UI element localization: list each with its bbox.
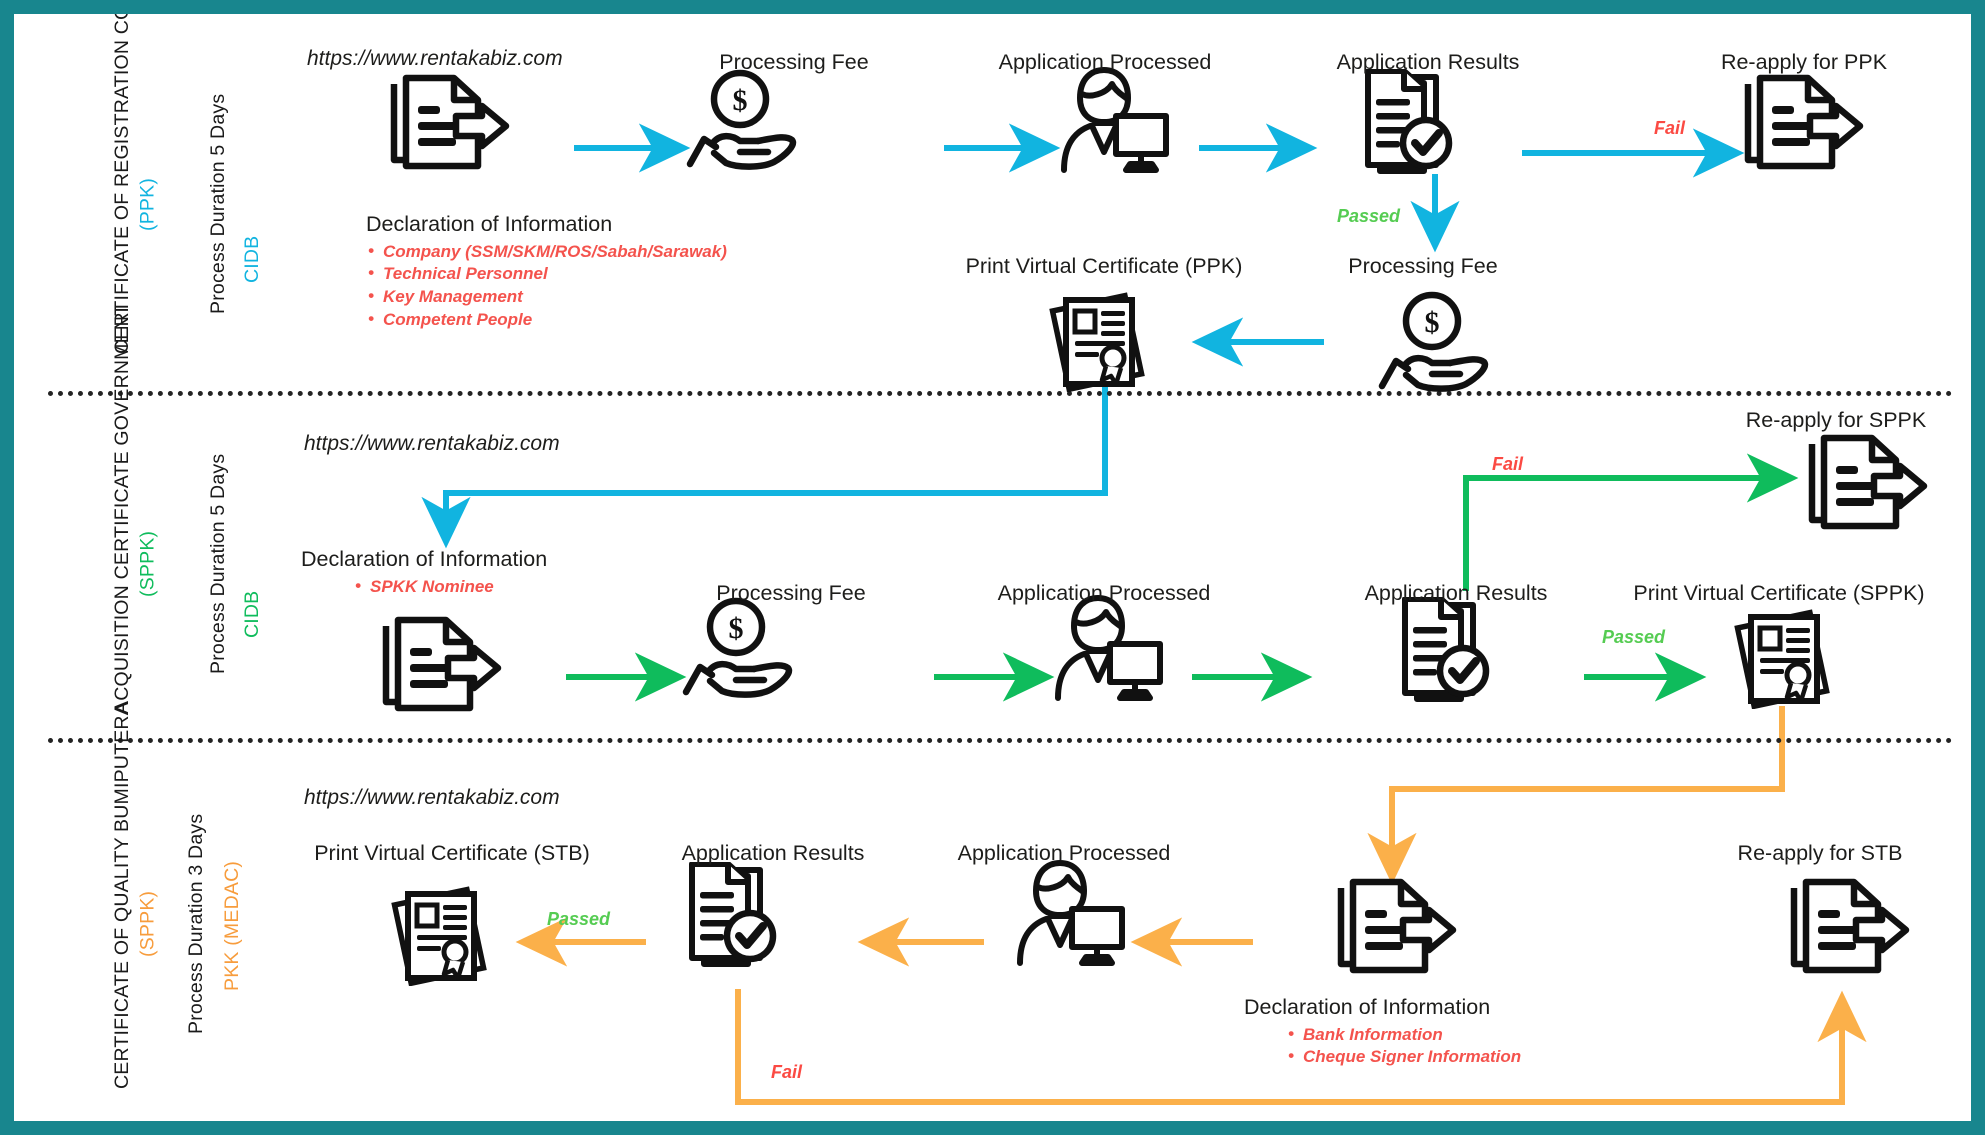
step-label-sppk-application-results: Application Results — [1364, 581, 1548, 605]
row-agency-stb-text: PKK (MEDAC) — [221, 860, 243, 992]
declaration-sppk-list: SPKK Nominee — [353, 575, 547, 599]
hand-money-icon: $ — [1374, 291, 1494, 396]
row-duration-ppk-text: Process Duration 5 Days — [207, 93, 229, 315]
row-title-stb: CERTIFICATE OF QUALITY BUMIPUTERA (SPPK) — [110, 702, 161, 1089]
row-title-sppk: ACQUISITION CERTIFICATE GOVERNMENT (SPPK) — [110, 303, 161, 714]
officer-computer-icon — [1046, 64, 1171, 176]
step-label-stb-application-processed: Application Processed — [957, 841, 1171, 865]
step-label-stb-print-certificate: Print Virtual Certificate (STB) — [314, 841, 590, 865]
tag-ppk-passed: Passed — [1337, 206, 1401, 226]
step-label-ppk-processing-fee: Processing Fee — [719, 50, 869, 74]
step-label-sppk-reapply: Re-apply for SPPK — [1745, 408, 1927, 432]
row-duration-stb-text: Process Duration 3 Days — [185, 813, 207, 1035]
row-title-sppk-main: ACQUISITION CERTIFICATE GOVERNMENT — [111, 303, 133, 714]
document-check-icon — [1399, 596, 1514, 702]
certificate-icon — [386, 886, 496, 987]
document-submit-icon — [382, 72, 512, 172]
document-submit-icon — [374, 614, 504, 714]
declaration-stb-item: Cheque Signer Information — [1286, 1045, 1521, 1069]
declaration-ppk-item: Technical Personnel — [366, 262, 727, 286]
tag-sppk-passed: Passed — [1602, 627, 1666, 647]
declaration-ppk: Declaration of Information Company (SSM/… — [366, 212, 727, 331]
step-label-stb-application-results: Application Results — [681, 841, 865, 865]
svg-text:$: $ — [729, 612, 744, 645]
row-agency-ppk: CIDB — [240, 199, 265, 319]
row-title-ppk-code: (PPK) — [136, 177, 159, 231]
declaration-sppk-heading: Declaration of Information — [301, 547, 548, 571]
row-agency-stb: PKK (MEDAC) — [220, 826, 245, 1026]
document-submit-icon — [1800, 432, 1930, 532]
hand-money-icon: $ — [682, 69, 802, 174]
declaration-stb-heading: Declaration of Information — [1244, 995, 1491, 1019]
declaration-ppk-heading: Declaration of Information — [366, 212, 613, 236]
connector-ppk-to-sppk — [421, 382, 1108, 549]
diagram-frame: CERTIFICATE OF REGISTRATION CONTRACTOR (P… — [0, 0, 1985, 1135]
diagram-canvas: CERTIFICATE OF REGISTRATION CONTRACTOR (P… — [14, 14, 1971, 1121]
declaration-stb: Declaration of Information Bank Informat… — [1244, 995, 1521, 1069]
officer-computer-icon — [1040, 592, 1165, 704]
row-separator-2 — [48, 738, 1953, 743]
step-label-stb-reapply: Re-apply for STB — [1737, 841, 1903, 865]
declaration-sppk-item: SPKK Nominee — [353, 575, 547, 599]
step-label-ppk-print-certificate: Print Virtual Certificate (PPK) — [965, 254, 1243, 278]
row-title-stb-main: CERTIFICATE OF QUALITY BUMIPUTERA — [111, 702, 133, 1089]
hand-money-icon: $ — [678, 597, 798, 702]
document-submit-icon — [1329, 876, 1459, 976]
document-submit-icon — [1736, 72, 1866, 172]
tag-stb-passed: Passed — [547, 909, 611, 929]
url-stb[interactable]: https://www.rentakabiz.com — [304, 786, 560, 810]
document-check-icon — [686, 861, 801, 967]
step-label-sppk-print-certificate: Print Virtual Certificate (SPPK) — [1633, 581, 1925, 605]
row-agency-sppk: CIDB — [240, 554, 265, 674]
certificate-icon — [1044, 292, 1154, 393]
row-agency-ppk-text: CIDB — [241, 235, 263, 283]
row-separator-1 — [48, 391, 1953, 396]
row-title-stb-code: (SPPK) — [136, 890, 159, 958]
declaration-ppk-item: Key Management — [366, 285, 727, 309]
url-ppk[interactable]: https://www.rentakabiz.com — [307, 47, 563, 71]
connector-sppk-to-stb — [1367, 706, 1785, 885]
svg-text:$: $ — [733, 84, 748, 117]
row-agency-sppk-text: CIDB — [241, 590, 263, 638]
step-label-ppk-reapply: Re-apply for PPK — [1720, 50, 1888, 74]
row-duration-sppk: Process Duration 5 Days — [206, 414, 231, 714]
row-duration-stb: Process Duration 3 Days — [184, 759, 209, 1089]
step-label-sppk-processing-fee: Processing Fee — [716, 581, 866, 605]
certificate-icon — [1729, 609, 1839, 710]
url-sppk[interactable]: https://www.rentakabiz.com — [304, 432, 560, 456]
declaration-ppk-item: Competent People — [366, 308, 727, 332]
declaration-stb-item: Bank Information — [1286, 1023, 1521, 1047]
declaration-ppk-list: Company (SSM/SKM/ROS/Sabah/Sarawak) Tech… — [366, 240, 727, 332]
document-check-icon — [1362, 68, 1477, 174]
document-submit-icon — [1782, 876, 1912, 976]
officer-computer-icon — [1002, 857, 1127, 969]
tag-sppk-fail: Fail — [1492, 454, 1524, 474]
declaration-sppk: Declaration of Information SPKK Nominee — [301, 547, 547, 598]
tag-stb-fail: Fail — [771, 1062, 803, 1082]
row-title-sppk-code: (SPPK) — [136, 530, 159, 598]
step-label-ppk-application-processed: Application Processed — [998, 50, 1212, 74]
step-label-sppk-application-processed: Application Processed — [997, 581, 1211, 605]
declaration-stb-list: Bank Information Cheque Signer Informati… — [1286, 1023, 1521, 1069]
row-duration-sppk-text: Process Duration 5 Days — [207, 453, 229, 675]
step-label-ppk-processing-fee-2: Processing Fee — [1348, 254, 1498, 278]
declaration-ppk-item: Company (SSM/SKM/ROS/Sabah/Sarawak) — [366, 240, 727, 264]
tag-ppk-fail: Fail — [1654, 118, 1686, 138]
connector-sppk-fail-to-reapply — [1463, 453, 1799, 591]
row-duration-ppk: Process Duration 5 Days — [206, 54, 231, 354]
svg-text:$: $ — [1425, 306, 1440, 339]
step-label-ppk-application-results: Application Results — [1336, 50, 1520, 74]
